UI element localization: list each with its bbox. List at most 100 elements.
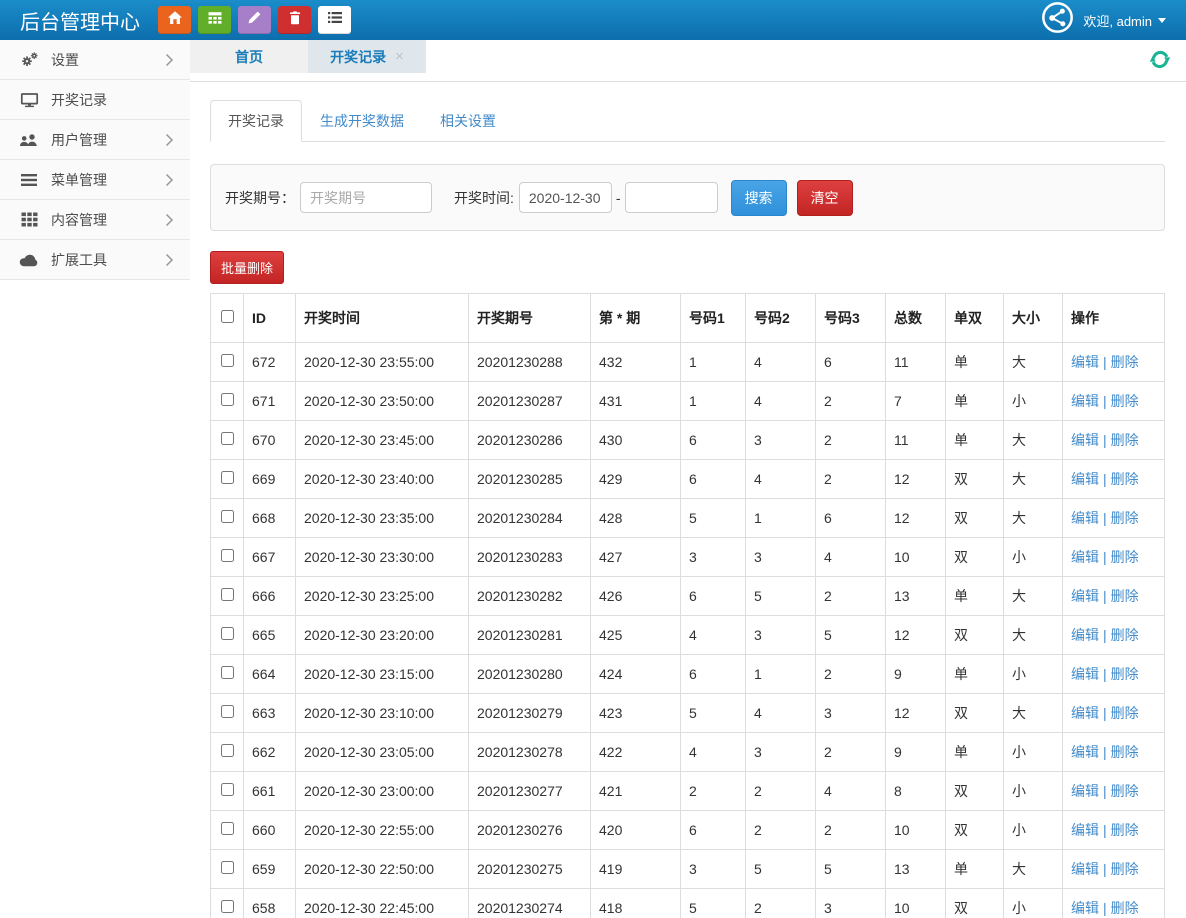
- row-checkbox[interactable]: [221, 432, 234, 445]
- row-checkbox[interactable]: [221, 510, 234, 523]
- cell-issue-number: 20201230276: [469, 811, 591, 850]
- delete-link[interactable]: 删除: [1111, 861, 1139, 877]
- cell-big-small: 大: [1004, 499, 1063, 538]
- row-checkbox[interactable]: [221, 822, 234, 835]
- window-tab-首页[interactable]: 首页: [190, 40, 308, 73]
- cell-draw-time: 2020-12-30 23:25:00: [296, 577, 469, 616]
- subtab-生成开奖数据[interactable]: 生成开奖数据: [302, 100, 422, 142]
- edit-link[interactable]: 编辑: [1071, 861, 1099, 877]
- cell-period: 419: [591, 850, 681, 889]
- row-checkbox[interactable]: [221, 627, 234, 640]
- calendar-icon: [207, 10, 223, 30]
- edit-link[interactable]: 编辑: [1071, 900, 1099, 916]
- users-icon: [18, 132, 40, 148]
- home-shortcut-button[interactable]: [158, 6, 191, 34]
- sidebar-item-扩展工具[interactable]: 扩展工具: [0, 240, 190, 280]
- cell-id: 669: [244, 460, 296, 499]
- edit-link[interactable]: 编辑: [1071, 354, 1099, 370]
- user-menu[interactable]: 欢迎, admin: [1083, 11, 1166, 30]
- sidebar-item-菜单管理[interactable]: 菜单管理: [0, 160, 190, 200]
- cell-odd-even: 单: [946, 577, 1004, 616]
- column-header: 开奖期号: [469, 294, 591, 343]
- edit-link[interactable]: 编辑: [1071, 783, 1099, 799]
- edit-link[interactable]: 编辑: [1071, 588, 1099, 604]
- edit-link[interactable]: 编辑: [1071, 471, 1099, 487]
- window-tab-开奖记录[interactable]: 开奖记录×: [308, 40, 426, 73]
- edit-link[interactable]: 编辑: [1071, 705, 1099, 721]
- date-from-input[interactable]: [519, 182, 612, 213]
- delete-link[interactable]: 删除: [1111, 432, 1139, 448]
- delete-link[interactable]: 删除: [1111, 354, 1139, 370]
- tab-close-icon[interactable]: ×: [395, 48, 404, 65]
- sidebar-item-内容管理[interactable]: 内容管理: [0, 200, 190, 240]
- table-row: 663 2020-12-30 23:10:00 20201230279 423 …: [211, 694, 1165, 733]
- row-checkbox[interactable]: [221, 666, 234, 679]
- clear-button[interactable]: 清空: [797, 180, 853, 216]
- edit-link[interactable]: 编辑: [1071, 549, 1099, 565]
- delete-link[interactable]: 删除: [1111, 900, 1139, 916]
- edit-link[interactable]: 编辑: [1071, 393, 1099, 409]
- pencil-shortcut-button[interactable]: [238, 6, 271, 34]
- delete-link[interactable]: 删除: [1111, 705, 1139, 721]
- edit-link[interactable]: 编辑: [1071, 666, 1099, 682]
- edit-link[interactable]: 编辑: [1071, 822, 1099, 838]
- cell-big-small: 小: [1004, 382, 1063, 421]
- delete-link[interactable]: 删除: [1111, 744, 1139, 760]
- delete-link[interactable]: 删除: [1111, 471, 1139, 487]
- search-button[interactable]: 搜索: [731, 180, 787, 216]
- delete-link[interactable]: 删除: [1111, 549, 1139, 565]
- batch-delete-button[interactable]: 批量删除: [210, 251, 284, 284]
- cell-draw-time: 2020-12-30 23:00:00: [296, 772, 469, 811]
- refresh-icon[interactable]: [1149, 49, 1171, 75]
- issue-number-input[interactable]: [300, 182, 432, 213]
- delete-link[interactable]: 删除: [1111, 666, 1139, 682]
- trash-shortcut-button[interactable]: [278, 6, 311, 34]
- row-checkbox[interactable]: [221, 900, 234, 913]
- row-checkbox[interactable]: [221, 783, 234, 796]
- row-checkbox[interactable]: [221, 393, 234, 406]
- edit-link[interactable]: 编辑: [1071, 510, 1099, 526]
- delete-link[interactable]: 删除: [1111, 783, 1139, 799]
- subtab-相关设置[interactable]: 相关设置: [422, 100, 514, 142]
- cell-number1: 4: [681, 616, 746, 655]
- sidebar-item-设置[interactable]: 设置: [0, 40, 190, 80]
- table-body: 672 2020-12-30 23:55:00 20201230288 432 …: [211, 343, 1165, 918]
- row-checkbox[interactable]: [221, 588, 234, 601]
- cell-number2: 1: [746, 499, 816, 538]
- edit-link[interactable]: 编辑: [1071, 744, 1099, 760]
- delete-link[interactable]: 删除: [1111, 627, 1139, 643]
- row-checkbox[interactable]: [221, 549, 234, 562]
- pencil-icon: [247, 10, 262, 30]
- date-to-input[interactable]: [625, 182, 718, 213]
- edit-link[interactable]: 编辑: [1071, 432, 1099, 448]
- row-checkbox[interactable]: [221, 705, 234, 718]
- cell-total: 11: [886, 421, 946, 460]
- delete-link[interactable]: 删除: [1111, 510, 1139, 526]
- row-checkbox[interactable]: [221, 744, 234, 757]
- cell-odd-even: 双: [946, 694, 1004, 733]
- delete-link[interactable]: 删除: [1111, 393, 1139, 409]
- subtab-开奖记录[interactable]: 开奖记录: [210, 100, 302, 142]
- select-all-checkbox[interactable]: [221, 310, 234, 323]
- table-row: 666 2020-12-30 23:25:00 20201230282 426 …: [211, 577, 1165, 616]
- delete-link[interactable]: 删除: [1111, 588, 1139, 604]
- row-checkbox[interactable]: [221, 471, 234, 484]
- sidebar-item-用户管理[interactable]: 用户管理: [0, 120, 190, 160]
- delete-link[interactable]: 删除: [1111, 822, 1139, 838]
- row-checkbox[interactable]: [221, 861, 234, 874]
- row-checkbox[interactable]: [221, 354, 234, 367]
- edit-link[interactable]: 编辑: [1071, 627, 1099, 643]
- cell-actions: 编辑|删除: [1063, 460, 1165, 499]
- cell-period: 432: [591, 343, 681, 382]
- avatar[interactable]: [1041, 1, 1074, 39]
- cell-issue-number: 20201230283: [469, 538, 591, 577]
- cell-number3: 3: [816, 694, 886, 733]
- calendar-shortcut-button[interactable]: [198, 6, 231, 34]
- list-shortcut-button[interactable]: [318, 6, 351, 34]
- topbar-shortcut-buttons: [158, 6, 351, 34]
- cell-number2: 4: [746, 694, 816, 733]
- sidebar-item-开奖记录[interactable]: 开奖记录: [0, 80, 190, 120]
- cell-odd-even: 单: [946, 850, 1004, 889]
- cell-number2: 2: [746, 811, 816, 850]
- home-icon: [167, 10, 183, 30]
